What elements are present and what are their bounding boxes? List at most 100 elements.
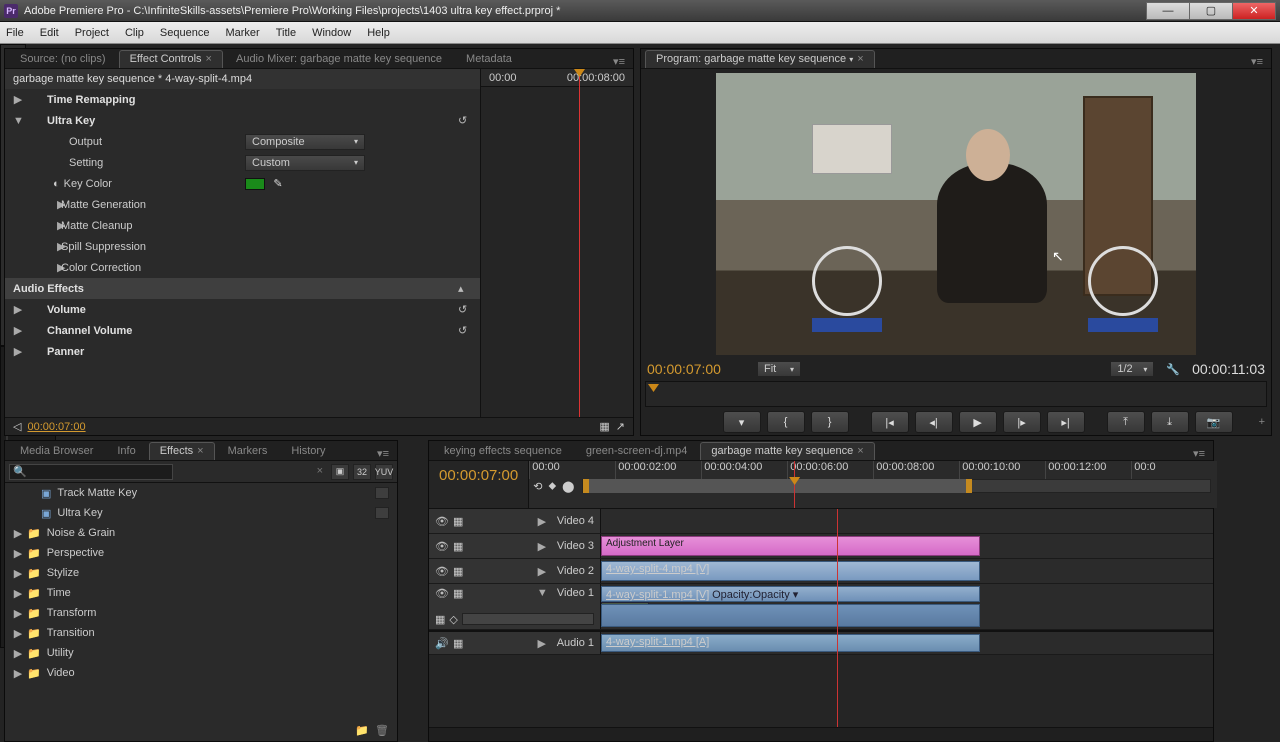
work-area-bar[interactable] [582,479,1211,493]
toggle-track-output-icon[interactable]: 👁 [435,587,447,600]
reset-icon[interactable]: ↺ [458,324,472,337]
toggle-track-output-icon[interactable]: 👁 [435,515,447,528]
disclosure-icon[interactable]: ▶ [537,540,547,553]
close-button[interactable]: ✕ [1232,2,1276,20]
timeline-playhead-icon[interactable] [794,461,795,508]
mark-out-point-button[interactable]: } [811,411,849,433]
tab-effects[interactable]: Effects× [149,442,215,460]
color-correction-row[interactable]: Color Correction [61,262,141,274]
close-icon[interactable]: × [206,53,212,65]
tab-audio-mixer[interactable]: Audio Mixer: garbage matte key sequence [225,50,453,68]
disclosure-icon[interactable]: ▼ [537,587,547,599]
step-forward-button[interactable]: |▸ [1003,411,1041,433]
disclosure-icon[interactable]: ▶ [537,515,547,528]
ultra-key-row[interactable]: Ultra Key [27,115,95,127]
playback-resolution-dropdown[interactable]: 1/2 [1110,361,1154,377]
toggle-track-output-icon[interactable]: 🔊 [435,637,447,650]
zoom-fit-dropdown[interactable]: Fit [757,361,801,377]
effects-preset[interactable]: ▣Ultra Key [5,503,397,523]
tab-source[interactable]: Source: (no clips) [9,50,117,68]
mark-in-point-button[interactable]: { [767,411,805,433]
disclosure-icon[interactable]: ▶ [13,303,23,316]
close-icon[interactable]: × [857,445,863,457]
export-frame-button[interactable]: 📷 [1195,411,1233,433]
disclosure-icon[interactable]: ▶ [13,219,57,232]
time-remapping-row[interactable]: Time Remapping [27,94,135,106]
effects-folder[interactable]: ▶📁Noise & Grain [5,523,397,543]
accelerated-effects-icon[interactable]: ▣ [331,464,349,480]
tab-media-browser[interactable]: Media Browser [9,442,104,460]
add-button-icon[interactable]: + [1259,416,1265,428]
panel-menu-icon[interactable]: ▾≡ [1247,55,1267,68]
output-dropdown[interactable]: Composite [245,134,365,150]
disclosure-icon[interactable]: ▼ [13,115,23,127]
track-label-v1[interactable]: Video 1 [557,587,594,599]
menu-project[interactable]: Project [75,27,109,39]
collapse-icon[interactable]: ▴ [458,282,472,295]
disclosure-icon[interactable]: ▶ [13,198,57,211]
toggle-sync-lock-icon[interactable]: ▦ [453,587,463,600]
clip-v1[interactable]: 4-way-split-1.mp4 [V] Opacity:Opacity ▾ [601,586,980,602]
yuv-badge-icon[interactable]: YUV [375,464,393,480]
lift-button[interactable]: ⤒ [1107,411,1145,433]
menu-edit[interactable]: Edit [40,27,59,39]
32bit-badge-icon[interactable]: 32 [353,464,371,480]
key-color-swatch[interactable] [245,178,265,190]
step-back-button[interactable]: ◂| [915,411,953,433]
panner-row[interactable]: Panner [27,346,84,358]
panel-menu-icon[interactable]: ▾≡ [1189,447,1209,460]
setting-dropdown[interactable]: Custom [245,155,365,171]
tab-history[interactable]: History [280,442,336,460]
close-icon[interactable]: × [857,53,863,65]
delete-icon[interactable]: 🗑 [375,724,389,737]
timeline-timecode[interactable]: 00:00:07:00 [429,461,529,508]
menu-window[interactable]: Window [312,27,351,39]
tab-effect-controls[interactable]: Effect Controls× [119,50,223,68]
matte-cleanup-row[interactable]: Matte Cleanup [61,220,133,232]
effect-controls-timeline[interactable]: 00:0000:00:08:00 [481,69,633,435]
track-label-v4[interactable]: Video 4 [557,515,594,527]
toggle-track-output-icon[interactable]: 👁 [435,540,447,553]
new-bin-icon[interactable]: 📁 [355,724,369,737]
track-label-v3[interactable]: Video 3 [557,540,594,552]
tab-metadata[interactable]: Metadata [455,50,523,68]
go-to-in-button[interactable]: |◂ [871,411,909,433]
disclosure-icon[interactable]: ▶ [537,637,547,650]
effects-folder[interactable]: ▶📁Video [5,663,397,683]
mark-in-button[interactable]: ▾ [723,411,761,433]
program-viewer[interactable]: ↖ [716,73,1196,355]
spill-suppression-row[interactable]: Spill Suppression [61,241,146,253]
disclosure-icon[interactable]: ▶ [13,324,23,337]
track-label-a1[interactable]: Audio 1 [557,637,594,649]
panel-menu-icon[interactable]: ▾≡ [373,447,393,460]
toggle-icon[interactable]: ↗ [616,420,625,433]
track-label-v2[interactable]: Video 2 [557,565,594,577]
toggle-sync-lock-icon[interactable]: ▦ [453,515,463,528]
menu-file[interactable]: File [6,27,24,39]
tab-program[interactable]: Program: garbage matte key sequence ▾× [645,50,875,68]
disclosure-icon[interactable]: ▶ [13,240,57,253]
clip-adjustment-layer[interactable]: Adjustment Layer [601,536,980,556]
effects-preset[interactable]: ▣Track Matte Key [5,483,397,503]
toggle-sync-lock-icon[interactable]: ▦ [453,637,463,650]
menu-clip[interactable]: Clip [125,27,144,39]
tab-markers[interactable]: Markers [217,442,279,460]
settings-icon[interactable]: 🔧 [1166,363,1180,376]
effects-folder[interactable]: ▶📁Transition [5,623,397,643]
marker-icon[interactable]: ⬥ [548,480,556,493]
toggle-sync-lock-icon[interactable]: ▦ [453,540,463,553]
effects-search-input[interactable] [9,464,173,480]
go-to-prev-keyframe-icon[interactable]: ◁ [13,420,21,433]
effects-folder[interactable]: ▶📁Transform [5,603,397,623]
toggle-sync-lock-icon[interactable]: ▦ [453,565,463,578]
menu-sequence[interactable]: Sequence [160,27,210,39]
timeline-playhead-line[interactable] [837,509,838,727]
channel-volume-row[interactable]: Channel Volume [27,325,132,337]
tab-sequence-1[interactable]: green-screen-dj.mp4 [575,442,699,460]
program-scrub-bar[interactable] [645,381,1267,407]
maximize-button[interactable]: ▢ [1189,2,1233,20]
menu-help[interactable]: Help [367,27,390,39]
volume-row[interactable]: Volume [27,304,86,316]
effects-folder[interactable]: ▶📁Time [5,583,397,603]
disclosure-icon[interactable]: ▶ [13,345,23,358]
